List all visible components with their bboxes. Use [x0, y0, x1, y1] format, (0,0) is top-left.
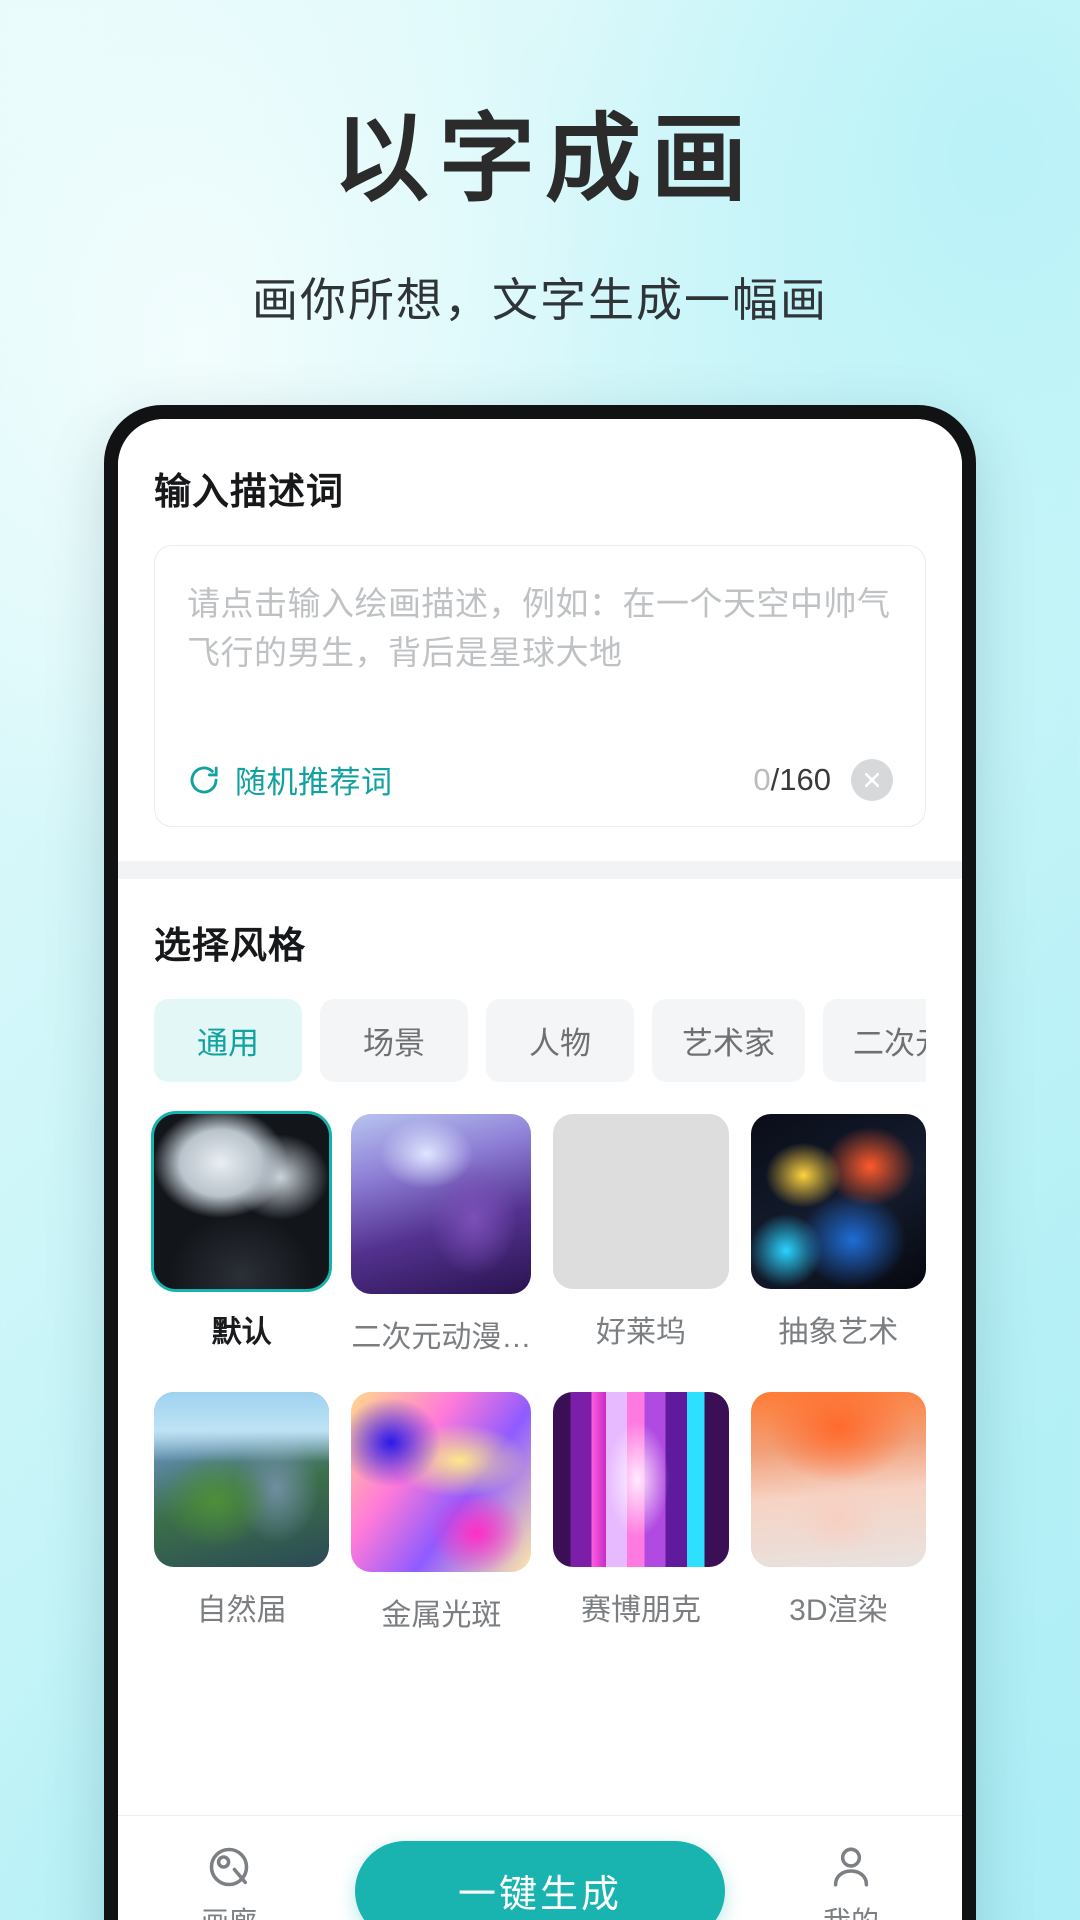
clear-input-button[interactable]	[851, 758, 893, 801]
style-label: 好莱坞	[595, 1316, 686, 1350]
phone-screen: 输入描述词 请点击输入绘画描述，例如：在一个天空中帅气飞行的男生，背后是星球大地…	[118, 419, 962, 1920]
style-artwork	[154, 1392, 330, 1568]
person-icon	[826, 1842, 876, 1892]
style-thumbnail[interactable]	[750, 1392, 926, 1568]
style-card[interactable]: 金属光斑	[351, 1392, 532, 1660]
counter-group: 0/160	[753, 758, 893, 801]
tab-scene[interactable]: 场景	[320, 999, 468, 1082]
style-thumbnail[interactable]	[553, 1114, 729, 1290]
tab-general[interactable]: 通用	[154, 999, 302, 1082]
style-artwork	[351, 1114, 532, 1294]
tab-character[interactable]: 人物	[486, 999, 634, 1082]
style-thumbnail[interactable]	[750, 1114, 926, 1290]
nav-gallery-label: 画廊	[201, 1900, 257, 1920]
style-grid: 默认 二次元动漫… 好莱坞 抽象艺术 自然届 金属光斑 赛博朋克 3D渲染	[150, 1110, 926, 1660]
close-circle-icon	[862, 770, 882, 790]
style-card[interactable]: 3D渲染	[750, 1392, 926, 1660]
style-thumbnail[interactable]	[351, 1392, 532, 1572]
char-counter-current: 0	[753, 761, 771, 797]
style-section: 选择风格 通用 场景 人物 艺术家 二次元 默认 二次元动漫…	[118, 879, 962, 1920]
tab-artist[interactable]: 艺术家	[652, 999, 805, 1082]
style-thumbnail[interactable]	[351, 1114, 532, 1294]
prompt-section: 输入描述词 请点击输入绘画描述，例如：在一个天空中帅气飞行的男生，背后是星球大地…	[118, 419, 962, 861]
page-subtitle: 画你所想，文字生成一幅画	[252, 273, 828, 326]
tab-anime[interactable]: 二次元	[823, 999, 926, 1082]
generate-button[interactable]: 一键生成	[355, 1840, 725, 1920]
style-artwork	[553, 1392, 729, 1568]
page-title: 以字成画	[333, 103, 757, 215]
nav-profile[interactable]: 我的	[786, 1842, 916, 1920]
style-thumbnail[interactable]	[154, 1392, 330, 1568]
style-artwork	[154, 1114, 330, 1290]
nav-profile-label: 我的	[823, 1900, 879, 1920]
style-label: 默认	[211, 1316, 272, 1350]
section-divider	[118, 861, 962, 879]
style-thumbnail[interactable]	[553, 1392, 729, 1568]
bottom-navigation-bar: 画廊 一键生成 我的	[118, 1815, 962, 1920]
style-artwork	[351, 1392, 532, 1572]
style-thumbnail[interactable]	[150, 1110, 333, 1293]
prompt-section-title: 输入描述词	[154, 471, 344, 512]
style-card[interactable]: 默认	[150, 1110, 333, 1382]
prompt-placeholder: 请点击输入绘画描述，例如：在一个天空中帅气飞行的男生，背后是星球大地	[187, 585, 891, 671]
style-category-tabs: 通用 场景 人物 艺术家 二次元	[154, 999, 926, 1082]
prompt-footer: 随机推荐词 0/160	[187, 757, 893, 802]
phone-mockup: 输入描述词 请点击输入绘画描述，例如：在一个天空中帅气飞行的男生，背后是星球大地…	[104, 405, 976, 1920]
style-card[interactable]: 抽象艺术	[750, 1114, 926, 1382]
style-label: 赛博朋克	[580, 1594, 701, 1628]
char-counter-max: /160	[770, 761, 831, 797]
refresh-icon	[187, 763, 221, 797]
hero-section: 以字成画 画你所想，文字生成一幅画	[0, 0, 1080, 330]
style-artwork	[750, 1392, 926, 1568]
style-label: 3D渲染	[789, 1594, 888, 1628]
style-artwork	[750, 1114, 926, 1290]
style-label: 抽象艺术	[778, 1316, 899, 1350]
random-recommend-label: 随机推荐词	[235, 765, 393, 800]
style-section-title: 选择风格	[154, 925, 306, 966]
style-label: 金属光斑	[381, 1599, 502, 1632]
gallery-icon	[204, 1842, 254, 1892]
random-recommend-button[interactable]: 随机推荐词	[187, 757, 393, 802]
prompt-input-box[interactable]: 请点击输入绘画描述，例如：在一个天空中帅气飞行的男生，背后是星球大地 随机推荐词	[154, 545, 926, 827]
style-label: 自然届	[196, 1594, 287, 1628]
style-label: 二次元动漫…	[351, 1321, 532, 1354]
style-card[interactable]: 二次元动漫…	[351, 1114, 532, 1382]
nav-gallery[interactable]: 画廊	[164, 1842, 294, 1920]
style-card[interactable]: 好莱坞	[553, 1114, 729, 1382]
style-card[interactable]: 自然届	[154, 1392, 330, 1660]
style-card[interactable]: 赛博朋克	[553, 1392, 729, 1660]
char-counter: 0/160	[753, 762, 831, 798]
